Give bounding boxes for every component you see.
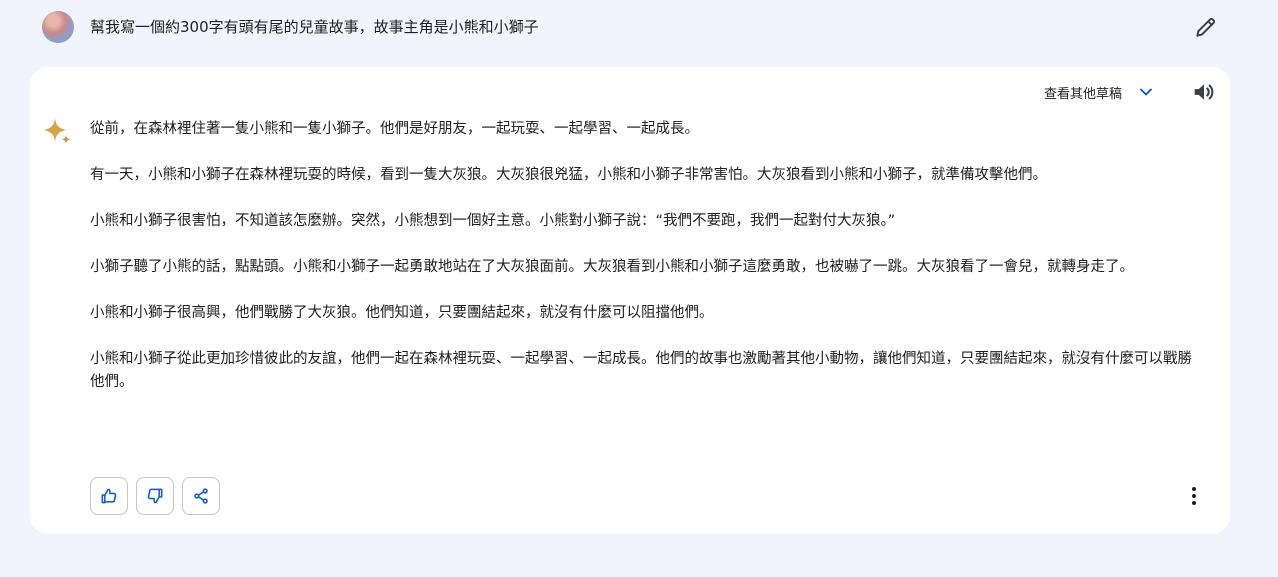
read-aloud-button[interactable] (1190, 78, 1218, 106)
story-paragraph: 小熊和小獅子很害怕，不知道該怎麼辦。突然，小熊想到一個好主意。小熊對小獅子說：“… (90, 213, 896, 229)
sparkle-icon (42, 116, 74, 148)
user-prompt-row: 幫我寫一個約300字有頭有尾的兒童故事，故事主角是小熊和小獅子 (0, 0, 1278, 56)
thumbs-up-button[interactable] (90, 477, 128, 515)
more-vert-icon (1192, 487, 1196, 505)
story-paragraph: 小獅子聽了小熊的話，點點頭。小熊和小獅子一起勇敢地站在了大灰狼面前。大灰狼看到小… (90, 259, 1134, 275)
more-options-button[interactable] (1182, 481, 1206, 511)
thumbs-down-button[interactable] (136, 477, 174, 515)
response-card: 查看其他草稿 從前，在森林裡住著一隻小熊和一隻小獅子。他們是好朋友，一起玩耍、一… (30, 67, 1230, 534)
thumbs-up-icon (101, 488, 117, 504)
chevron-down-icon (1140, 88, 1152, 96)
share-button[interactable] (182, 477, 220, 515)
view-other-drafts-button[interactable]: 查看其他草稿 (1044, 81, 1156, 103)
story-paragraph: 小熊和小獅子從此更加珍惜彼此的友誼，他們一起在森林裡玩耍、一起學習、一起成長。他… (90, 351, 1192, 390)
pencil-icon (1196, 17, 1216, 37)
story-paragraph: 小熊和小獅子很高興，他們戰勝了大灰狼。他們知道，只要團結起來，就沒有什麼可以阻擋… (90, 305, 714, 321)
response-actions (90, 477, 220, 515)
share-icon (194, 488, 208, 504)
thumbs-down-icon (147, 488, 163, 504)
edit-prompt-button[interactable] (1193, 14, 1219, 40)
response-text: 從前，在森林裡住著一隻小熊和一隻小獅子。他們是好朋友，一起玩耍、一起學習、一起成… (90, 118, 1200, 417)
story-paragraph: 從前，在森林裡住著一隻小熊和一隻小獅子。他們是好朋友，一起玩耍、一起學習、一起成… (90, 121, 699, 137)
prompt-text: 幫我寫一個約300字有頭有尾的兒童故事，故事主角是小熊和小獅子 (90, 18, 539, 36)
user-avatar[interactable] (42, 11, 74, 43)
drafts-label: 查看其他草稿 (1044, 86, 1123, 102)
volume-icon (1194, 84, 1214, 100)
story-paragraph: 有一天，小熊和小獅子在森林裡玩耍的時候，看到一隻大灰狼。大灰狼很兇猛，小熊和小獅… (90, 167, 1047, 183)
